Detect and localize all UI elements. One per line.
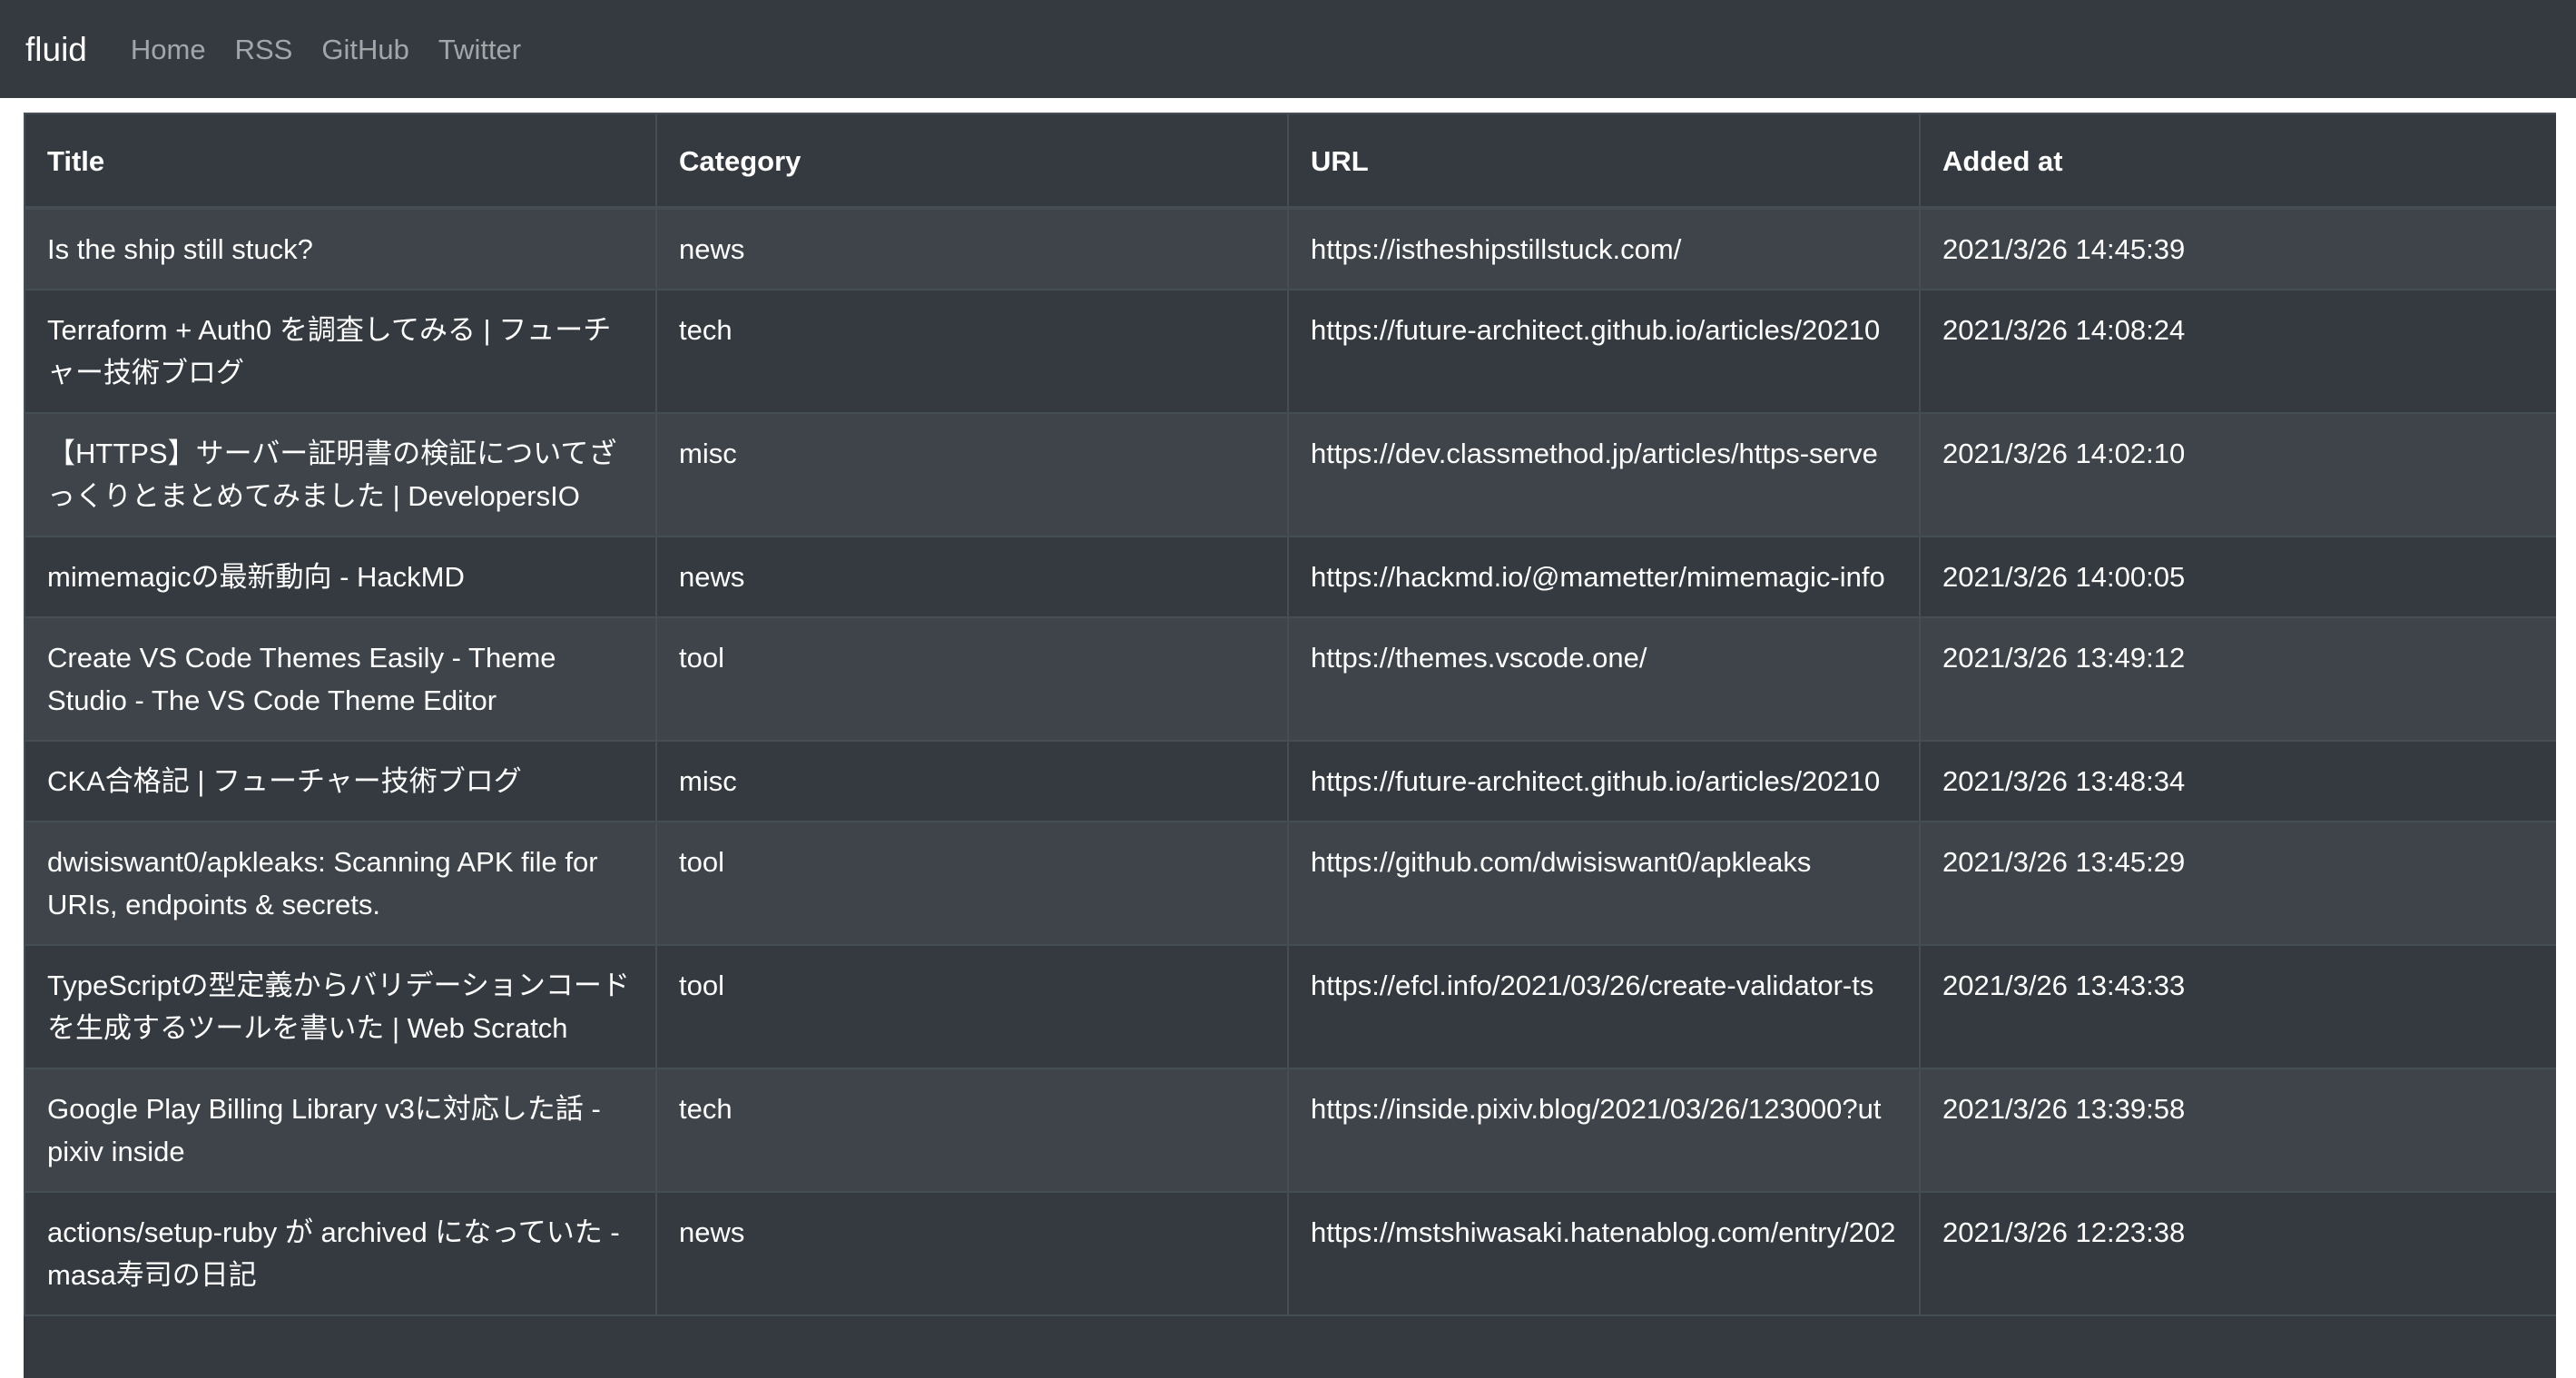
nav-link-home[interactable]: Home [131,35,206,64]
cell-url: https://github.com/dwisiswant0/apkleaks [1287,821,1921,946]
table-row[interactable]: Create VS Code Themes Easily - Theme Stu… [24,616,2556,742]
cell-title: Terraform + Auth0 を調査してみる | フューチャー技術ブログ [24,289,657,414]
cell-added-at: 2021/3/26 14:45:39 [1919,207,2556,290]
cell-url: https://istheshipstillstuck.com/ [1287,207,1921,290]
brand-link[interactable]: fluid [25,33,87,66]
cell-title: Google Play Billing Library v3に対応した話 - p… [24,1068,657,1193]
cell-category: news [655,207,1289,290]
cell-title: CKA合格記 | フューチャー技術ブログ [24,740,657,822]
nav-link-rss[interactable]: RSS [235,35,293,64]
header-added-at: Added at [1919,113,2556,210]
cell-title: 【HTTPS】サーバー証明書の検証についてざっくりとまとめてみました | Dev… [24,412,657,537]
cell-added-at: 2021/3/26 14:00:05 [1919,536,2556,618]
header-category: Category [655,113,1289,210]
cell-title: dwisiswant0/apkleaks: Scanning APK file … [24,821,657,946]
cell-title: TypeScriptの型定義からバリデーションコードを生成するツールを書いた |… [24,944,657,1069]
cell-title: Create VS Code Themes Easily - Theme Stu… [24,616,657,742]
cell-added-at: 2021/3/26 14:08:24 [1919,289,2556,414]
table-row[interactable]: Terraform + Auth0 を調査してみる | フューチャー技術ブログ t… [24,289,2556,414]
cell-added-at: 2021/3/26 13:45:29 [1919,821,2556,946]
cell-url: https://inside.pixiv.blog/2021/03/26/123… [1287,1068,1921,1193]
cell-category: tech [655,1068,1289,1193]
table-header-row: Title Category URL Added at [24,113,2556,210]
cell-category: news [655,1191,1289,1316]
nav-links: Home RSS GitHub Twitter [131,35,550,64]
cell-category: news [655,536,1289,618]
cell-category: tool [655,821,1289,946]
cell-category: misc [655,412,1289,537]
cell-title: actions/setup-ruby が archived になっていた - m… [24,1191,657,1316]
header-url: URL [1287,113,1921,210]
nav-link-twitter[interactable]: Twitter [438,35,521,64]
cell-url: https://hackmd.io/@mametter/mimemagic-in… [1287,536,1921,618]
bookmarks-table: Title Category URL Added at Is the ship … [24,113,2556,1316]
table-row[interactable]: Google Play Billing Library v3に対応した話 - p… [24,1068,2556,1193]
nav-link-github[interactable]: GitHub [321,35,408,64]
table-row[interactable]: actions/setup-ruby が archived になっていた - m… [24,1191,2556,1316]
table-row[interactable]: TypeScriptの型定義からバリデーションコードを生成するツールを書いた |… [24,944,2556,1069]
cell-title: mimemagicの最新動向 - HackMD [24,536,657,618]
table-row[interactable]: mimemagicの最新動向 - HackMD news https://hackm… [24,536,2556,618]
cell-title: Is the ship still stuck? [24,207,657,290]
cell-added-at: 2021/3/26 13:48:34 [1919,740,2556,822]
cell-category: tool [655,616,1289,742]
cell-added-at: 2021/3/26 13:39:58 [1919,1068,2556,1193]
cell-url: https://future-architect.github.io/artic… [1287,289,1921,414]
cell-category: misc [655,740,1289,822]
top-navbar: fluid Home RSS GitHub Twitter [0,0,2576,98]
cell-category: tech [655,289,1289,414]
bookmarks-table-container: Title Category URL Added at Is the ship … [24,113,2556,1378]
cell-url: https://efcl.info/2021/03/26/create-vali… [1287,944,1921,1069]
cell-url: https://mstshiwasaki.hatenablog.com/entr… [1287,1191,1921,1316]
cell-added-at: 2021/3/26 13:49:12 [1919,616,2556,742]
cell-url: https://future-architect.github.io/artic… [1287,740,1921,822]
cell-category: tool [655,944,1289,1069]
table-row[interactable]: CKA合格記 | フューチャー技術ブログ misc https://future-a… [24,740,2556,822]
table-row[interactable]: Is the ship still stuck? news https://isth… [24,207,2556,290]
cell-added-at: 2021/3/26 13:43:33 [1919,944,2556,1069]
header-title: Title [24,113,657,210]
cell-added-at: 2021/3/26 12:23:38 [1919,1191,2556,1316]
cell-url: https://themes.vscode.one/ [1287,616,1921,742]
table-row[interactable]: dwisiswant0/apkleaks: Scanning APK file … [24,821,2556,946]
table-row[interactable]: 【HTTPS】サーバー証明書の検証についてざっくりとまとめてみました | Dev… [24,412,2556,537]
cell-added-at: 2021/3/26 14:02:10 [1919,412,2556,537]
cell-url: https://dev.classmethod.jp/articles/http… [1287,412,1921,537]
